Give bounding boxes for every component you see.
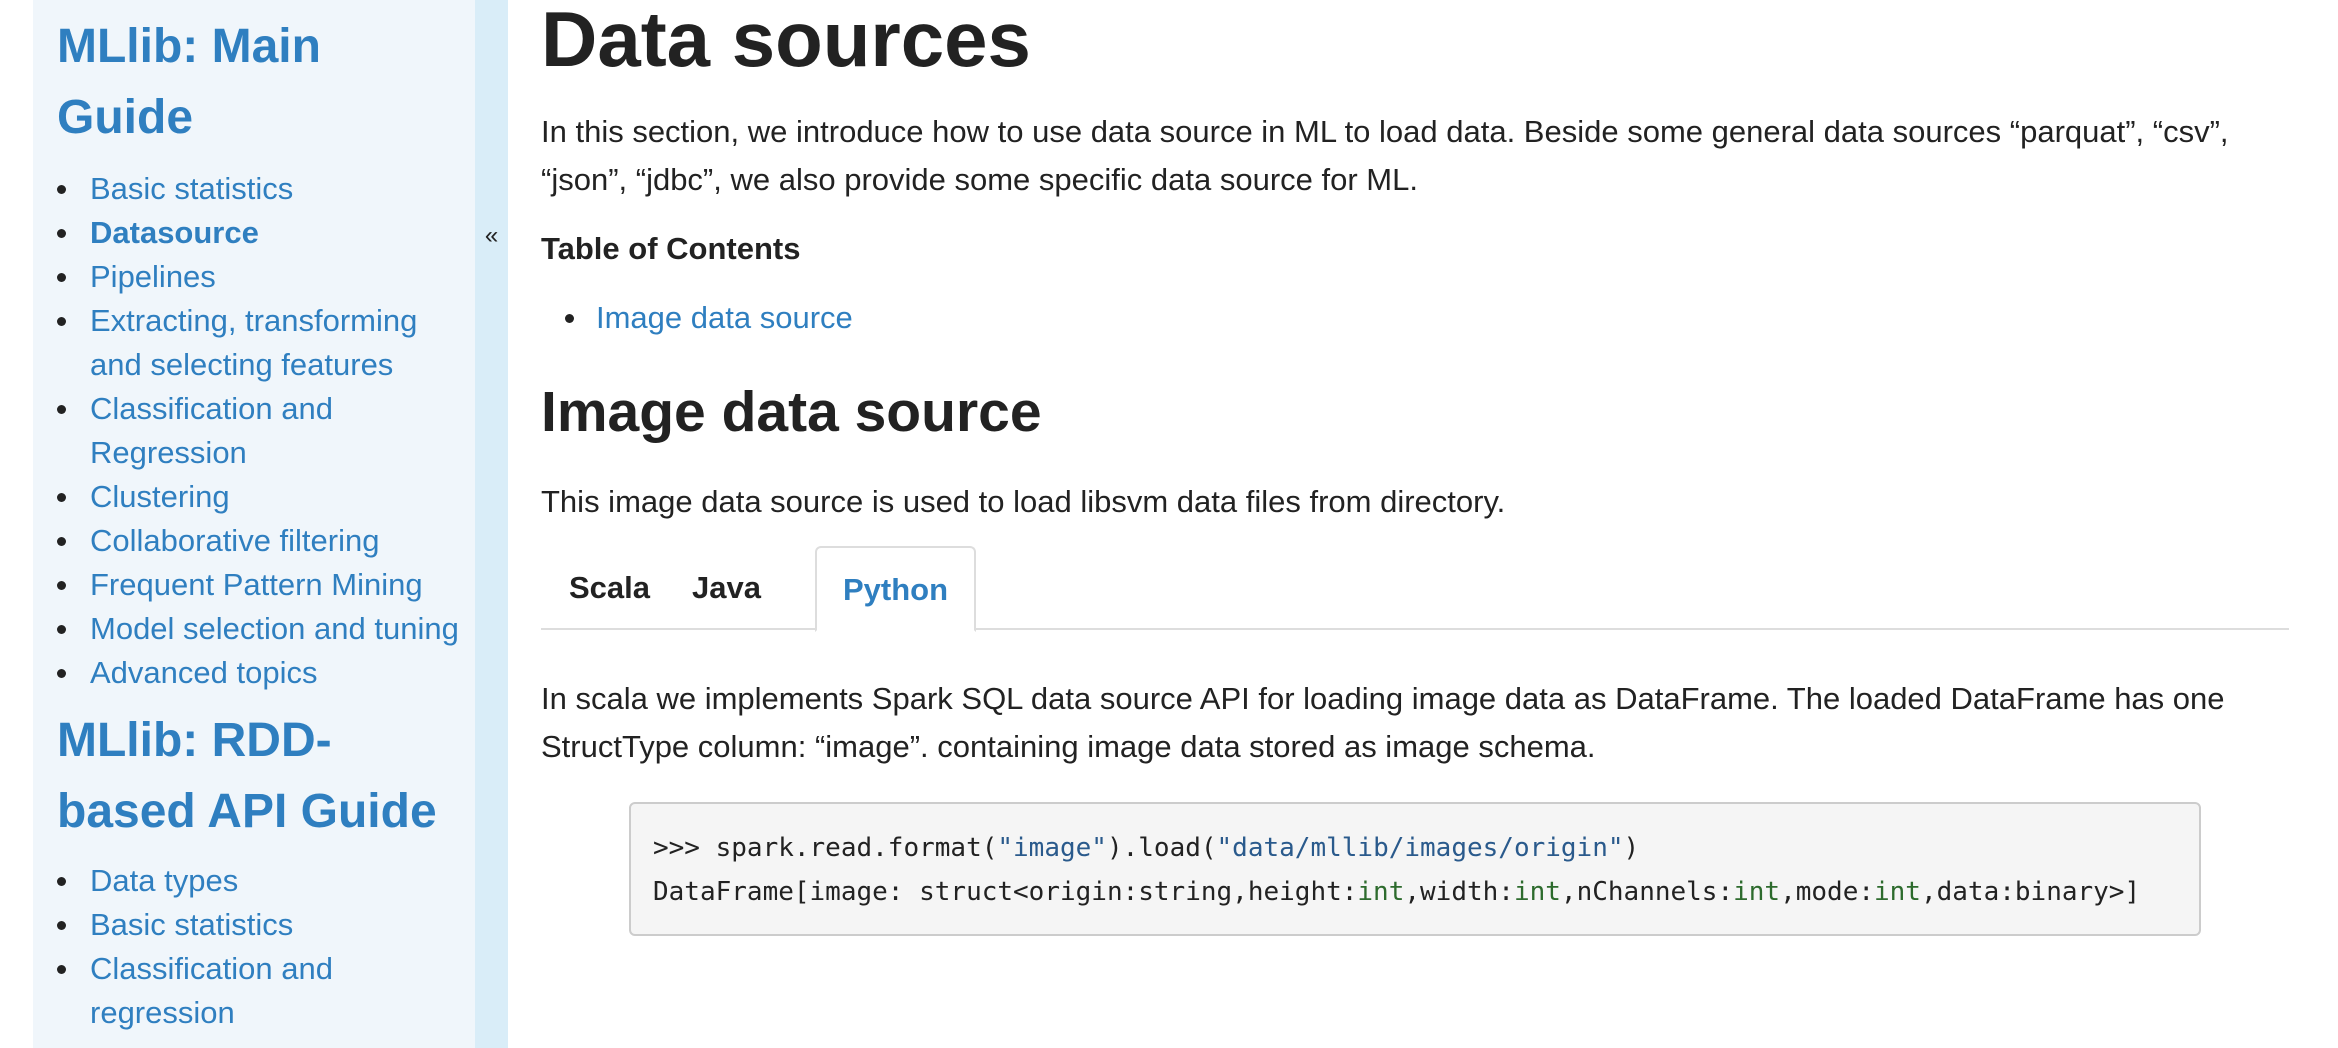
sidebar-item-clustering[interactable]: Clustering [33,475,475,519]
code-token: ) [1623,833,1640,863]
bullet-icon [57,537,66,546]
bullet-icon [57,581,66,590]
sidebar-item-classification-regression[interactable]: Classification and Regression [33,387,475,475]
code-type: int [1513,877,1561,907]
section-description: This image data source is used to load l… [541,484,1506,519]
bullet-icon [57,185,66,194]
sidebar-item-advanced-topics[interactable]: Advanced topics [33,651,475,695]
code-string: "image" [997,833,1107,863]
bullet-icon [57,669,66,678]
sidebar-item-frequent-pattern-mining[interactable]: Frequent Pattern Mining [33,563,475,607]
sidebar-item-label[interactable]: Frequent Pattern Mining [90,567,423,602]
bullet-icon [57,965,66,974]
intro-paragraph: In this section, we introduce how to use… [541,114,2229,197]
sidebar-item-datasource[interactable]: Datasource [33,211,475,255]
bullet-icon [57,625,66,634]
code-token: ,data:binary>] [1920,877,2141,907]
sidebar-item-features[interactable]: Extracting, transforming and selecting f… [33,299,475,387]
rdd-guide-link[interactable]: MLlib: RDD-based API Guide [57,714,437,838]
toc-link[interactable]: Image data source [596,300,853,335]
sidebar-item-label[interactable]: Datasource [90,215,259,250]
code-token: >>> spark.read.format( [653,833,998,863]
sidebar-item-label[interactable]: Classification and Regression [90,391,333,470]
bullet-icon [565,314,574,323]
sidebar-item-basic-statistics[interactable]: Basic statistics [33,167,475,211]
bullet-icon [57,317,66,326]
code-type: int [1357,877,1405,907]
sidebar-item-label[interactable]: Data types [90,863,238,898]
sidebar-item-label[interactable]: Extracting, transforming and selecting f… [90,303,417,382]
sidebar-group-title-rdd-guide[interactable]: MLlib: RDD-based API Guide [33,705,467,847]
bullet-icon [57,877,66,886]
bullet-icon [57,493,66,502]
tab-scala[interactable]: Scala [541,546,678,628]
language-tabs: Scala Java Python [541,546,2289,632]
main-guide-link[interactable]: MLlib: Main Guide [57,20,321,144]
tab-java[interactable]: Java [664,546,789,628]
code-string: "data/mllib/images/origin" [1216,833,1624,863]
code-token: ,width: [1404,877,1514,907]
code-type: int [1733,877,1781,907]
bullet-icon [57,405,66,414]
toc-item-image-data-source[interactable]: Image data source [541,297,853,339]
code-line: DataFrame[image: struct<origin:string,he… [653,870,2177,914]
sidebar-item-label[interactable]: Basic statistics [90,171,293,206]
toc-title: Table of Contents [541,231,801,266]
sidebar-item-label[interactable]: Model selection and tuning [90,611,459,646]
toc-list: Image data source [541,297,853,339]
page-title: Data sources [541,0,1031,83]
sidebar-item-model-selection[interactable]: Model selection and tuning [33,607,475,651]
section-title: Image data source [541,380,1042,444]
sidebar-item-data-types[interactable]: Data types [33,859,475,903]
code-token: ,nChannels: [1560,877,1734,907]
sidebar-collapse-bar[interactable]: « [475,0,508,1048]
sidebar-item-label[interactable]: Advanced topics [90,655,317,690]
sidebar-main-guide-list: Basic statistics Datasource Pipelines Ex… [33,167,475,695]
sidebar-group-title-main-guide[interactable]: MLlib: Main Guide [33,11,467,153]
tab-python[interactable]: Python [815,546,977,632]
code-line: >>> spark.read.format("image").load("dat… [653,826,2177,870]
bullet-icon [57,921,66,930]
sidebar-item-label[interactable]: Classification and regression [90,951,333,1030]
sidebar-item-label[interactable]: Collaborative filtering [90,523,379,558]
code-token: DataFrame[image: struct<origin:string,he… [653,877,1358,907]
sidebar-item-rdd-basic-statistics[interactable]: Basic statistics [33,903,475,947]
sidebar-rdd-guide-list: Data types Basic statistics Classificati… [33,859,475,1035]
sidebar-item-label[interactable]: Basic statistics [90,907,293,942]
bullet-icon [57,273,66,282]
code-type: int [1874,877,1921,907]
code-token: ).load( [1106,833,1217,863]
collapse-sidebar-icon[interactable]: « [475,222,508,250]
tab-description: In scala we implements Spark SQL data so… [541,681,2225,764]
sidebar-item-pipelines[interactable]: Pipelines [33,255,475,299]
code-block[interactable]: >>> spark.read.format("image").load("dat… [629,802,2201,936]
sidebar-item-collaborative-filtering[interactable]: Collaborative filtering [33,519,475,563]
sidebar-item-label[interactable]: Clustering [90,479,230,514]
bullet-icon [57,229,66,238]
sidebar-item-rdd-classification-regression[interactable]: Classification and regression [33,947,475,1035]
sidebar-item-label[interactable]: Pipelines [90,259,216,294]
sidebar: MLlib: Main Guide Basic statistics Datas… [33,0,475,1048]
code-token: ,mode: [1780,877,1874,907]
